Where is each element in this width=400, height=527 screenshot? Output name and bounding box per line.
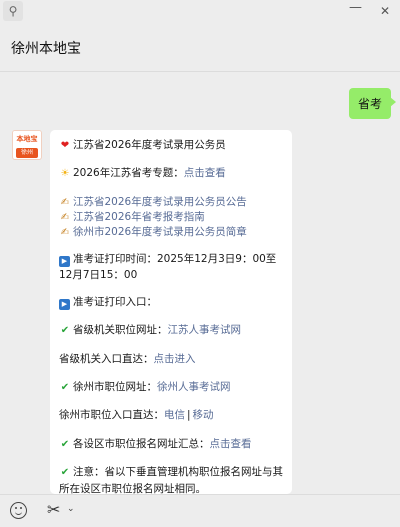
avatar-brand: 本地宝: [13, 131, 41, 148]
topic-link[interactable]: 点击查看: [184, 167, 226, 179]
city-entry-line: 徐州市职位入口直达：电信 | 移动: [59, 409, 214, 421]
message-heading: ❤ 江苏省2026年度考试录用公务员: [59, 137, 287, 154]
topic-line: ☀ 2026年江苏省考专题：点击查看: [59, 165, 287, 182]
mobile-link[interactable]: 移动: [193, 409, 214, 421]
provincial-site-link[interactable]: 江苏人事考试网: [168, 324, 242, 336]
check-icon: ✔: [60, 382, 70, 393]
outgoing-message-text: 省考: [357, 97, 382, 111]
chevron-down-icon[interactable]: ⌄: [67, 504, 75, 514]
guide-link[interactable]: 江苏省2026年省考报考指南: [73, 211, 205, 223]
announcement-link[interactable]: 江苏省2026年度考试录用公务员公告: [73, 196, 247, 208]
city-site-link[interactable]: 徐州人事考试网: [157, 381, 231, 393]
window-topbar: ⚲ — ✕: [0, 0, 400, 24]
input-toolbar: ✂ ⌄: [0, 494, 400, 527]
close-button[interactable]: ✕: [380, 3, 390, 19]
outgoing-message[interactable]: 省考: [348, 88, 397, 119]
check-icon: ✔: [60, 439, 70, 450]
brochure-link-row: ✍ 徐州市2026年度考试录用公务员简章: [59, 224, 287, 241]
check-icon: ✔: [60, 325, 70, 336]
print-entry-line: ▶ 准考证打印入口：: [59, 294, 287, 310]
provincial-entry-line: 省级机关入口直达：点击进入: [59, 353, 196, 365]
avatar-city: 徐州: [16, 148, 38, 158]
heart-icon: ❤: [60, 140, 70, 151]
avatar[interactable]: 本地宝 徐州: [12, 130, 42, 160]
city-site-line: ✔ 徐州市职位网址：徐州人事考试网: [59, 379, 287, 396]
sun-icon: ☀: [60, 168, 70, 179]
brochure-link[interactable]: 徐州市2026年度考试录用公务员简章: [73, 226, 247, 238]
writing-hand-icon: ✍: [60, 227, 70, 238]
print-time-line: ▶ 准考证打印时间：2025年12月3日9：00至12月7日15：00: [59, 253, 277, 281]
incoming-message: ❤ 江苏省2026年度考试录用公务员 ☀ 2026年江苏省考专题：点击查看 ✍ 江苏省…: [50, 130, 292, 494]
note-line: ✔ 注意：省以下垂直管理机构职位报名网址与其所在设区市职位报名网址相同。: [59, 466, 283, 494]
chat-title: 徐州本地宝: [11, 41, 81, 57]
provincial-site-line: ✔ 省级机关职位网址：江苏人事考试网: [59, 322, 287, 339]
provincial-entry-link[interactable]: 点击进入: [154, 353, 196, 365]
pin-icon[interactable]: ⚲: [3, 1, 23, 21]
districts-line: ✔ 各设区市职位报名网址汇总：点击查看: [59, 436, 287, 453]
minimize-button[interactable]: —: [349, 0, 362, 16]
scissors-icon[interactable]: ✂: [47, 500, 60, 519]
chat-header: 徐州本地宝: [0, 24, 400, 72]
check-icon: ✔: [60, 467, 70, 478]
play-icon: ▶: [59, 256, 70, 267]
districts-link[interactable]: 点击查看: [210, 438, 252, 450]
play-icon: ▶: [59, 299, 70, 310]
emoji-icon[interactable]: [10, 502, 27, 519]
telecom-link[interactable]: 电信: [164, 409, 185, 421]
